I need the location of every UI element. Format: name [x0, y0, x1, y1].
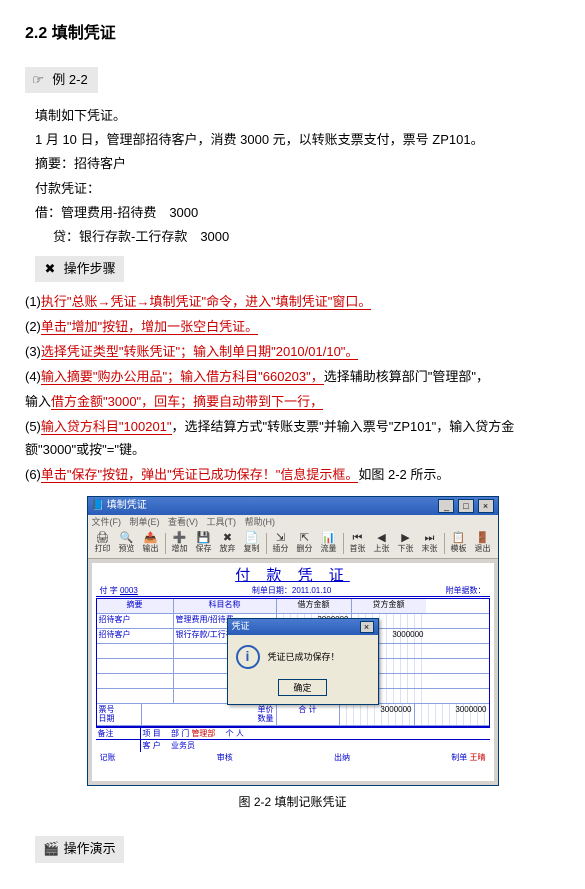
tb-print[interactable]: 🖨打印: [92, 532, 114, 555]
tb-abandon[interactable]: ✖放弃: [217, 532, 239, 555]
wrench-icon: ✖: [43, 258, 57, 280]
step4-red-d: 借方金额"3000"，: [51, 394, 154, 410]
menu-item[interactable]: 文件(F): [92, 517, 122, 527]
figure-caption: 图 2-2 填制记账凭证: [25, 792, 560, 812]
th-summary: 摘要: [97, 599, 174, 613]
exit-icon: 🚪: [476, 533, 490, 544]
step4-red-b: 科目"660203"，: [232, 369, 324, 385]
step6-tail: 如图 2-2 所示。: [358, 467, 449, 482]
demo-heading: 🎬 操作演示: [35, 836, 124, 862]
demo-heading-text: 操作演示: [64, 841, 116, 856]
tb-preview[interactable]: 🔍预览: [116, 532, 138, 555]
ok-button[interactable]: 确定: [278, 679, 326, 696]
save-icon: 💾: [197, 533, 211, 544]
step3-red-a: 选择凭证类型"转账凭证"；输入制单日期"20: [41, 344, 290, 360]
add-icon: ➕: [173, 533, 187, 544]
hand-icon: ☞: [31, 72, 43, 87]
step3-red-b: 10/01/10"。: [290, 344, 358, 360]
steps-heading-text: 操作步骤: [64, 261, 116, 276]
tb-next[interactable]: ▶下张: [395, 532, 417, 555]
intro-text: 填制如下凭证。: [35, 105, 560, 127]
film-icon: 🎬: [43, 838, 57, 860]
sign-maker-label: 制单: [451, 753, 467, 762]
toolbar: 🖨打印 🔍预览 📤输出 ➕增加 💾保存 ✖放弃 📄复制 ⇲插分 ⇱删分 📊流量 …: [88, 529, 498, 559]
info-icon: i: [236, 645, 260, 669]
example-label-text: 例 2-2: [52, 72, 87, 87]
step1-red: 执行"总账→凭证→填制凭证"命令，进入"填制凭证"窗口。: [41, 294, 371, 310]
tb-last[interactable]: ⏭末张: [419, 532, 441, 555]
close-button[interactable]: ×: [478, 499, 494, 513]
voucher-date[interactable]: 制单日期：2011.01.10: [138, 586, 446, 596]
printer-icon: 🖨: [96, 533, 110, 544]
sign-cashier: 出纳: [334, 753, 350, 763]
flow-icon: 📊: [322, 533, 336, 544]
voucher-area: 付 款 凭 证 付 字 0003 制单日期：2011.01.10 附单据数： 摘…: [92, 563, 494, 781]
message-box: 凭证 × i 凭证已成功保存！ 确定: [227, 618, 379, 705]
step6-red: 单击"保存"按钮，弹出"凭证已成功保存！"信息提示框。: [41, 467, 358, 483]
step4-c: 选择辅助核算部门"管理部"，: [324, 369, 489, 384]
insert-icon: ⇲: [276, 533, 285, 544]
section-heading: 2.2 填制凭证: [25, 20, 560, 47]
tb-copy[interactable]: 📄复制: [241, 532, 263, 555]
app-window: 📘 填制凭证 _ □ × 文件(F) 制单(E) 查看(V) 工具(T) 帮助(…: [87, 496, 499, 786]
menu-item[interactable]: 查看(V): [168, 517, 198, 527]
voucher-type-line: 付款凭证：: [35, 178, 560, 200]
tb-save[interactable]: 💾保存: [193, 532, 215, 555]
template-icon: 📋: [452, 533, 466, 544]
sign-audit: 审核: [217, 753, 233, 763]
menubar: 文件(F) 制单(E) 查看(V) 工具(T) 帮助(H): [88, 515, 498, 530]
credit-line: 贷：银行存款-工行存款 3000: [53, 226, 560, 248]
tb-prev[interactable]: ◀上张: [371, 532, 393, 555]
msgbox-title: 凭证: [232, 621, 250, 633]
export-icon: 📤: [144, 533, 158, 544]
next-icon: ▶: [401, 533, 409, 544]
step4-red-e: 回车；摘要自动带到下一行，: [154, 394, 323, 410]
steps-heading: ✖ 操作步骤: [35, 256, 124, 282]
remark-label: 备注: [96, 728, 141, 740]
voucher-title: 付 款 凭 证: [96, 567, 490, 585]
summary-line: 摘要：招待客户: [35, 153, 560, 175]
menu-item[interactable]: 制单(E): [130, 517, 160, 527]
tb-export[interactable]: 📤输出: [140, 532, 162, 555]
last-icon: ⏭: [425, 533, 435, 544]
prev-icon: ◀: [377, 533, 385, 544]
tb-flow[interactable]: 📊流量: [318, 532, 340, 555]
debit-line: 借：管理费用-招待费 3000: [35, 202, 560, 224]
attach-label[interactable]: 附单据数：: [446, 586, 486, 596]
step5-red-a: 输入贷方: [41, 419, 93, 435]
sign-maker: 王晴: [469, 753, 485, 762]
tb-delete[interactable]: ⇱删分: [294, 532, 316, 555]
tb-insert[interactable]: ⇲插分: [270, 532, 292, 555]
voucher-no[interactable]: 0003: [120, 586, 138, 595]
tb-first[interactable]: ⏮首张: [347, 532, 369, 555]
window-title: 📘 填制凭证: [92, 500, 147, 512]
tb-exit[interactable]: 🚪退出: [472, 532, 494, 555]
menu-item[interactable]: 工具(T): [207, 517, 237, 527]
tb-add[interactable]: ➕增加: [169, 532, 191, 555]
maximize-button[interactable]: □: [458, 499, 474, 513]
preview-icon: 🔍: [120, 533, 134, 544]
step5-red-b: 科目"100201": [93, 419, 172, 435]
total-row: 票号日期 单价数量 合 计 3000000 3000000: [97, 704, 489, 726]
scenario-text: 1 月 10 日，管理部招待客户，消费 3000 元，以转账支票支付，票号 ZP…: [35, 129, 560, 151]
abandon-icon: ✖: [223, 533, 232, 544]
step4-red-a: 输入摘要"购办公用品"；输入借方: [41, 369, 232, 385]
delete-icon: ⇱: [300, 533, 309, 544]
menu-item[interactable]: 帮助(H): [245, 517, 276, 527]
msgbox-close-icon[interactable]: ×: [360, 621, 374, 633]
sign-recorder: 记账: [100, 753, 116, 763]
minimize-button[interactable]: _: [438, 499, 454, 513]
step2-red: 单击"增加"按钮，增加一张空白凭证。: [41, 319, 258, 335]
voucher-left-label: 付 字: [100, 586, 118, 595]
example-label: ☞ 例 2-2: [25, 67, 98, 93]
step4-line2: 输入借方金额"3000"，回车；摘要自动带到下一行，: [25, 391, 560, 413]
th-debit: 借方金额: [277, 599, 352, 613]
tb-template[interactable]: 📋模板: [448, 532, 470, 555]
th-subject: 科目名称: [174, 599, 277, 613]
copy-icon: 📄: [245, 533, 259, 544]
first-icon: ⏮: [353, 533, 363, 544]
titlebar: 📘 填制凭证 _ □ ×: [88, 497, 498, 515]
th-credit: 贷方金额: [352, 599, 426, 613]
msgbox-text: 凭证已成功保存！: [268, 652, 340, 663]
